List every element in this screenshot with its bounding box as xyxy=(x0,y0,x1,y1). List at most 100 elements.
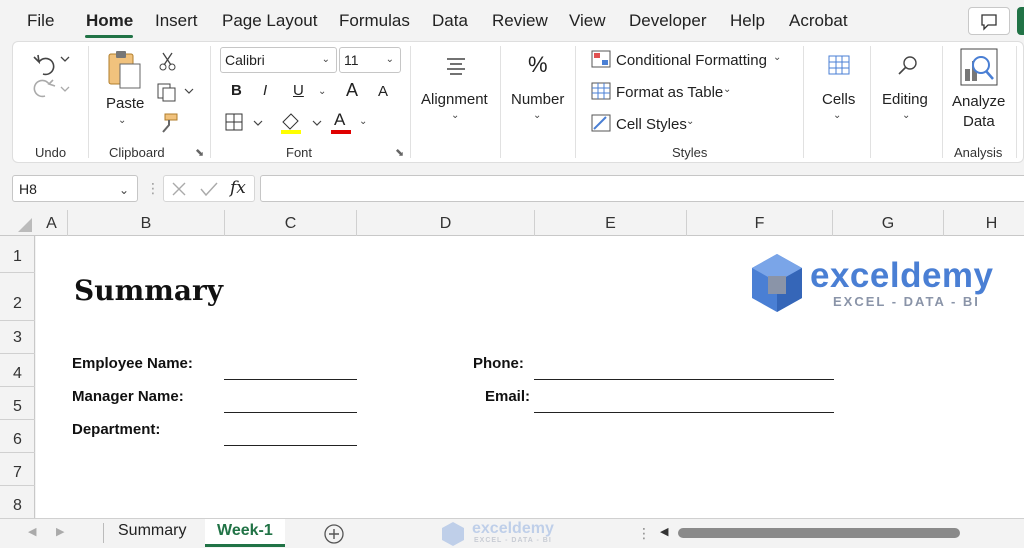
tab-insert[interactable]: Insert xyxy=(155,11,198,31)
cancel-icon[interactable] xyxy=(170,181,188,197)
department-line[interactable] xyxy=(224,445,357,446)
drag-handle-icon[interactable]: ⋮ xyxy=(146,180,160,197)
name-box-value: H8 xyxy=(19,181,37,197)
column-header[interactable]: A xyxy=(36,210,68,236)
font-launcher-icon[interactable]: ⬊ xyxy=(395,146,404,159)
percent-icon[interactable]: % xyxy=(528,52,548,78)
enter-icon[interactable] xyxy=(199,181,219,197)
redo-icon[interactable] xyxy=(31,78,75,100)
row-header[interactable]: 6 xyxy=(0,420,35,453)
conditional-formatting-icon xyxy=(591,50,611,68)
font-color-chevron-icon[interactable]: ⌄ xyxy=(359,116,367,127)
font-family-dropdown[interactable]: Calibri ⌄ xyxy=(220,47,337,73)
tab-help[interactable]: Help xyxy=(730,11,765,31)
formula-input[interactable] xyxy=(260,175,1024,202)
font-size-dropdown[interactable]: 11 ⌄ xyxy=(339,47,401,73)
font-size-value: 11 xyxy=(344,52,359,68)
shrink-font-button[interactable]: A xyxy=(378,83,388,100)
tab-formulas[interactable]: Formulas xyxy=(339,11,410,31)
borders-icon[interactable] xyxy=(224,112,264,134)
cell-styles-icon xyxy=(591,114,611,132)
comments-button[interactable] xyxy=(968,7,1010,35)
analyze-data-label-line2[interactable]: Data xyxy=(963,113,995,130)
editing-button[interactable]: Editing xyxy=(882,91,928,108)
cell-styles-button[interactable]: Cell Styles xyxy=(616,116,687,133)
underline-chevron-icon[interactable]: ⌄ xyxy=(318,86,326,97)
worksheet-grid[interactable]: Summary Employee Name: Manager Name: Dep… xyxy=(36,236,1024,518)
column-header[interactable]: E xyxy=(535,210,687,236)
scrollbar-thumb[interactable] xyxy=(678,528,960,538)
column-header[interactable]: F xyxy=(687,210,833,236)
horizontal-scrollbar[interactable]: ◀ xyxy=(660,526,990,540)
sheet-tabs-bar: ◀ ▶ Summary Week-1 exceldemy EXCEL - DAT… xyxy=(0,518,1024,548)
tab-file[interactable]: File xyxy=(27,11,54,31)
column-header[interactable]: H xyxy=(944,210,1024,236)
font-color-button[interactable]: A xyxy=(334,110,345,130)
column-header[interactable]: B xyxy=(68,210,225,236)
row-header[interactable]: 5 xyxy=(0,387,35,420)
tab-acrobat[interactable]: Acrobat xyxy=(789,11,848,31)
paste-icon[interactable] xyxy=(105,48,145,92)
tab-review[interactable]: Review xyxy=(492,11,548,31)
row-header[interactable]: 4 xyxy=(0,354,35,387)
row-header[interactable]: 7 xyxy=(0,453,35,486)
cells-button[interactable]: Cells xyxy=(822,91,855,108)
scroll-left-arrow-icon[interactable]: ◀ xyxy=(660,525,668,538)
employee-name-line[interactable] xyxy=(224,379,357,380)
paste-label[interactable]: Paste xyxy=(106,95,144,112)
sheet-tab-week-1[interactable]: Week-1 xyxy=(205,519,285,547)
format-as-table-button[interactable]: Format as Table xyxy=(616,84,723,101)
row-header[interactable]: 1 xyxy=(0,236,35,273)
alignment-icon[interactable] xyxy=(445,56,467,76)
clipboard-launcher-icon[interactable]: ⬊ xyxy=(195,146,204,159)
tab-page-layout[interactable]: Page Layout xyxy=(222,11,317,31)
paste-chevron-icon[interactable]: ⌄ xyxy=(118,115,126,126)
formula-bar-row: H8 ⌄ ⋮ fx xyxy=(0,170,1024,208)
fill-color-icon[interactable] xyxy=(279,110,323,136)
chevron-down-icon[interactable]: ⌄ xyxy=(723,84,731,95)
share-button[interactable] xyxy=(1017,7,1024,35)
copy-icon[interactable] xyxy=(155,80,195,102)
column-header[interactable]: C xyxy=(225,210,357,236)
italic-button[interactable]: I xyxy=(263,82,267,99)
scroll-right-icon[interactable]: ▶ xyxy=(56,525,64,538)
cells-icon[interactable] xyxy=(827,54,851,76)
chevron-down-icon[interactable]: ⌄ xyxy=(686,116,694,127)
tab-data[interactable]: Data xyxy=(432,11,468,31)
analyze-data-icon[interactable] xyxy=(957,47,1001,91)
conditional-formatting-button[interactable]: Conditional Formatting xyxy=(616,52,767,69)
select-all-icon[interactable] xyxy=(12,216,34,234)
name-box[interactable]: H8 ⌄ xyxy=(12,175,138,202)
row-header[interactable]: 8 xyxy=(0,486,35,518)
underline-button[interactable]: U xyxy=(293,82,304,99)
add-sheet-icon[interactable] xyxy=(323,523,345,545)
cells-chevron-icon[interactable]: ⌄ xyxy=(833,110,841,121)
sheet-tab-summary[interactable]: Summary xyxy=(106,519,198,547)
tab-view[interactable]: View xyxy=(569,11,606,31)
email-line[interactable] xyxy=(534,412,834,413)
cut-icon[interactable] xyxy=(157,50,179,72)
row-header[interactable]: 2 xyxy=(0,273,35,321)
alignment-button[interactable]: Alignment xyxy=(421,91,488,108)
drag-handle-icon[interactable]: ⋮ xyxy=(637,525,651,542)
chevron-down-icon[interactable]: ⌄ xyxy=(773,52,781,63)
row-header[interactable]: 3 xyxy=(0,321,35,354)
manager-name-line[interactable] xyxy=(224,412,357,413)
column-header[interactable]: D xyxy=(357,210,535,236)
editing-chevron-icon[interactable]: ⌄ xyxy=(902,110,910,121)
alignment-chevron-icon[interactable]: ⌄ xyxy=(451,110,459,121)
search-icon[interactable] xyxy=(896,54,920,78)
analyze-data-button[interactable]: Analyze xyxy=(952,93,1005,110)
group-divider xyxy=(500,46,501,158)
scroll-left-icon[interactable]: ◀ xyxy=(28,525,36,538)
tab-developer[interactable]: Developer xyxy=(629,11,707,31)
column-header[interactable]: G xyxy=(833,210,944,236)
number-button[interactable]: Number xyxy=(511,91,564,108)
number-chevron-icon[interactable]: ⌄ xyxy=(533,110,541,121)
phone-line[interactable] xyxy=(534,379,834,380)
grow-font-button[interactable]: A xyxy=(346,80,358,101)
tab-home[interactable]: Home xyxy=(86,11,133,31)
insert-function-icon[interactable]: fx xyxy=(230,178,246,198)
bold-button[interactable]: B xyxy=(231,82,242,99)
format-painter-icon[interactable] xyxy=(157,112,179,134)
